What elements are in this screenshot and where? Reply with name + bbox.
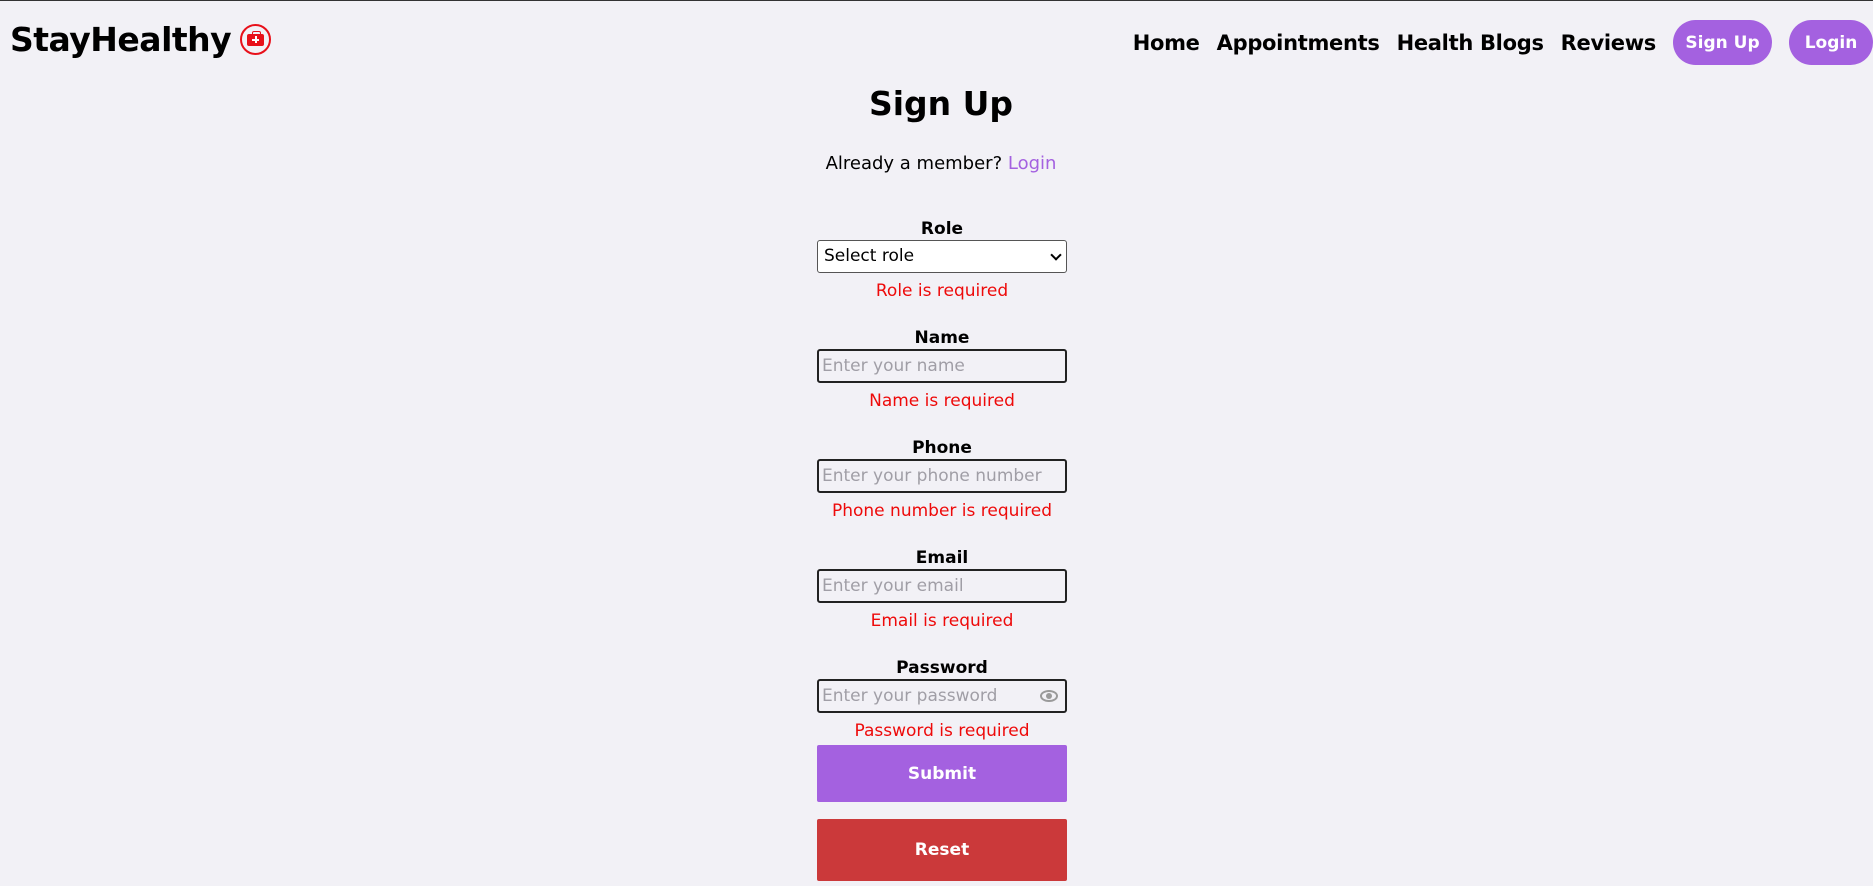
nav-link-home[interactable]: Home [1133, 31, 1200, 55]
password-input[interactable]: Enter your password [817, 679, 1067, 713]
email-placeholder: Enter your email [822, 576, 964, 596]
nav-link-reviews[interactable]: Reviews [1561, 31, 1657, 55]
login-button[interactable]: Login [1789, 20, 1873, 65]
login-link[interactable]: Login [1008, 153, 1057, 174]
eye-icon[interactable] [1040, 690, 1058, 702]
email-error: Email is required [870, 611, 1014, 631]
role-select[interactable]: Select role [817, 240, 1067, 273]
role-error: Role is required [875, 281, 1009, 301]
password-error: Password is required [854, 721, 1030, 741]
name-input[interactable]: Enter your name [817, 349, 1067, 383]
name-field: Name Enter your name Name is required [817, 327, 1067, 414]
role-field: Role Select role Role is required [817, 218, 1067, 304]
signup-form: Role Select role Role is required Name E… [817, 218, 1067, 744]
brand[interactable]: StayHealthy [10, 20, 272, 59]
submit-button[interactable]: Submit [817, 745, 1067, 802]
email-input[interactable]: Enter your email [817, 569, 1067, 603]
chevron-down-icon [1050, 249, 1062, 261]
phone-field: Phone Enter your phone number Phone numb… [817, 437, 1067, 524]
nav-link-appointments[interactable]: Appointments [1217, 31, 1380, 55]
email-field: Email Enter your email Email is required [817, 547, 1067, 634]
password-label: Password [896, 658, 988, 678]
phone-label: Phone [912, 438, 972, 458]
name-error: Name is required [869, 391, 1015, 411]
role-label: Role [920, 219, 964, 239]
password-placeholder: Enter your password [822, 686, 998, 706]
main-nav: Home Appointments Health Blogs Reviews S… [1133, 20, 1873, 65]
role-select-value: Select role [824, 246, 915, 266]
nav-link-health-blogs[interactable]: Health Blogs [1397, 31, 1544, 55]
member-text: Already a member? [825, 153, 1003, 174]
email-label: Email [915, 548, 969, 568]
signup-button[interactable]: Sign Up [1673, 20, 1772, 65]
member-prompt: Already a member? Login [0, 153, 1873, 174]
reset-button[interactable]: Reset [817, 819, 1067, 881]
phone-input[interactable]: Enter your phone number [817, 459, 1067, 493]
name-label: Name [914, 328, 970, 348]
phone-error: Phone number is required [831, 501, 1053, 521]
name-placeholder: Enter your name [822, 356, 965, 376]
page-title: Sign Up [868, 84, 1014, 123]
password-field: Password Enter your password Password is… [817, 657, 1067, 744]
phone-placeholder: Enter your phone number [822, 466, 1042, 486]
medical-kit-icon [240, 24, 272, 55]
top-border [0, 0, 1873, 1]
brand-name: StayHealthy [10, 20, 232, 59]
